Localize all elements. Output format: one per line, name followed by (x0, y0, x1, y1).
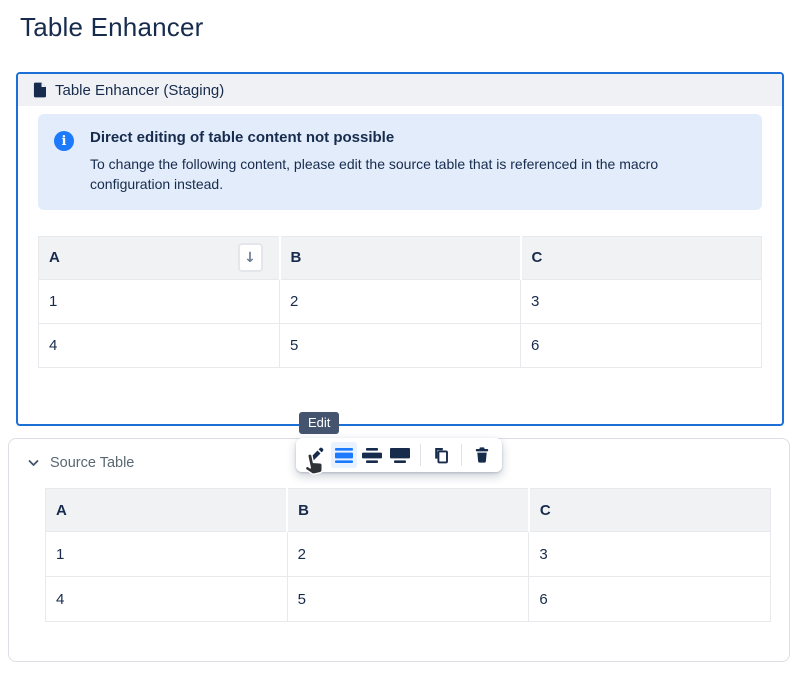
staging-table-row: 1 2 3 (39, 279, 762, 323)
layout-center-icon (335, 448, 353, 463)
info-icon: i (54, 131, 74, 151)
source-cell: 2 (287, 532, 529, 577)
source-cell: 6 (529, 577, 771, 622)
trash-icon (475, 447, 489, 463)
staging-table-row: 4 5 6 (39, 323, 762, 367)
staging-cell: 2 (280, 279, 521, 323)
source-table-label: Source Table (50, 455, 134, 471)
arrow-down-icon: ↓ (244, 250, 256, 266)
staging-panel-body: i Direct editing of table content not po… (18, 106, 782, 368)
source-table-row: 4 5 6 (46, 577, 771, 622)
source-table-header-row: A B C (46, 489, 771, 532)
source-cell: 3 (529, 532, 771, 577)
layout-full-width-icon (390, 448, 410, 463)
source-cell: 4 (46, 577, 288, 622)
edit-tooltip: Edit (299, 412, 339, 434)
sort-column-button[interactable]: ↓ (238, 243, 263, 272)
staging-panel-header[interactable]: Table Enhancer (Staging) (18, 74, 782, 106)
layout-full-width-button[interactable] (387, 442, 413, 468)
source-table-expand-toggle[interactable]: Source Table (9, 439, 134, 471)
macro-toolbar (296, 438, 502, 472)
staging-cell: 1 (39, 279, 280, 323)
source-table-header-c: C (529, 489, 771, 532)
source-table-row: 1 2 3 (46, 532, 771, 577)
chevron-down-icon (28, 459, 39, 467)
document-icon (33, 82, 46, 98)
info-banner-body: To change the following content, please … (90, 154, 715, 195)
staging-macro-panel[interactable]: Table Enhancer (Staging) i Direct editin… (16, 72, 784, 426)
layout-wide-icon (362, 448, 382, 463)
source-table: A B C 1 2 3 4 5 6 (45, 488, 771, 622)
staging-table: A ↓ B C 1 2 3 (38, 236, 762, 368)
page-title: Table Enhancer (20, 12, 203, 43)
copy-button[interactable] (428, 442, 454, 468)
layout-wide-button[interactable] (359, 442, 385, 468)
staging-table-header-c: C (521, 236, 762, 279)
source-table-header-b: B (287, 489, 529, 532)
source-table-body: A B C 1 2 3 4 5 6 (9, 471, 789, 622)
staging-cell: 6 (521, 323, 762, 367)
staging-cell: 5 (280, 323, 521, 367)
source-table-header-a: A (46, 489, 288, 532)
info-banner: i Direct editing of table content not po… (38, 114, 762, 210)
layout-center-button[interactable] (331, 442, 357, 468)
staging-table-header-b: B (280, 236, 521, 279)
toolbar-separator (461, 444, 462, 466)
toolbar-separator (420, 444, 421, 466)
staging-table-header-row: A ↓ B C (39, 236, 762, 279)
staging-panel-title: Table Enhancer (Staging) (55, 82, 224, 99)
staging-table-header-a: A ↓ (39, 236, 280, 279)
info-banner-title: Direct editing of table content not poss… (90, 129, 715, 146)
source-cell: 1 (46, 532, 288, 577)
copy-icon (433, 447, 449, 464)
source-cell: 5 (287, 577, 529, 622)
page: Table Enhancer Table Enhancer (Staging) … (0, 0, 800, 677)
staging-cell: 4 (39, 323, 280, 367)
staging-cell: 3 (521, 279, 762, 323)
delete-button[interactable] (469, 442, 495, 468)
